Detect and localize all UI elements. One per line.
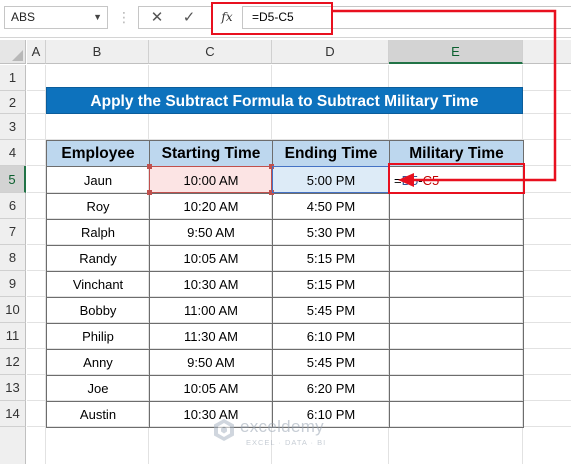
cell-military-time[interactable] (389, 323, 524, 350)
watermark-name: exceldemy (240, 417, 324, 436)
exceldemy-logo-icon (214, 419, 234, 441)
cell-military-time[interactable] (389, 271, 524, 298)
header-employee[interactable]: Employee (46, 140, 150, 167)
table-row: Bobby 11:00 AM 5:45 PM (46, 297, 524, 324)
formula-ref-c5: C5 (422, 172, 440, 188)
cell-starting-time[interactable]: 10:30 AM (149, 271, 273, 298)
cell-starting-time[interactable]: 9:50 AM (149, 219, 273, 246)
cell-military-time[interactable] (389, 349, 524, 376)
employee-time-table: Employee Starting Time Ending Time Milit… (46, 140, 524, 428)
table-header-row: Employee Starting Time Ending Time Milit… (46, 140, 524, 167)
header-military-time[interactable]: Military Time (389, 140, 524, 167)
row-header-2[interactable]: 2 (0, 91, 26, 114)
cell-starting-time[interactable]: 10:20 AM (149, 193, 273, 220)
column-header-f[interactable] (523, 40, 571, 64)
cell-ending-time[interactable]: 5:30 PM (272, 219, 390, 246)
table-row: Randy 10:05 AM 5:15 PM (46, 245, 524, 272)
table-row: Jaun 10:00 AM 5:00 PM =D5-C5 (46, 166, 524, 194)
row-header-6[interactable]: 6 (0, 193, 26, 219)
column-header-a[interactable]: A (27, 40, 46, 64)
watermark-tagline: EXCEL · DATA · BI (246, 438, 327, 447)
cell-employee[interactable]: Jaun (46, 166, 150, 194)
header-ending-time[interactable]: Ending Time (272, 140, 390, 167)
cell-starting-time[interactable]: 11:30 AM (149, 323, 273, 350)
cancel-icon[interactable]: ✕ (145, 8, 169, 28)
cell-starting-time[interactable]: 10:00 AM (149, 166, 273, 194)
row-header-10[interactable]: 10 (0, 297, 26, 323)
select-all-button[interactable] (0, 40, 26, 64)
table-row: Joe 10:05 AM 6:20 PM (46, 375, 524, 402)
table-row: Anny 9:50 AM 5:45 PM (46, 349, 524, 376)
cell-ending-time[interactable]: 6:20 PM (272, 375, 390, 402)
table-row: Vinchant 10:30 AM 5:15 PM (46, 271, 524, 298)
row-header-5[interactable]: 5 (0, 166, 26, 193)
exceldemy-watermark: exceldemy EXCEL · DATA · BI (212, 414, 362, 450)
row-header-4[interactable]: 4 (0, 140, 26, 166)
cell-military-time[interactable] (389, 375, 524, 402)
name-box-value: ABS (11, 10, 36, 24)
table-row: Philip 11:30 AM 6:10 PM (46, 323, 524, 350)
formula-ref-d5: D5 (401, 172, 419, 188)
cell-starting-time[interactable]: 10:05 AM (149, 375, 273, 402)
cell-employee[interactable]: Austin (46, 401, 150, 428)
table-row: Ralph 9:50 AM 5:30 PM (46, 219, 524, 246)
row-header-8[interactable]: 8 (0, 245, 26, 271)
cell-starting-time[interactable]: 9:50 AM (149, 349, 273, 376)
cell-employee[interactable]: Vinchant (46, 271, 150, 298)
cell-ending-time[interactable]: 5:15 PM (272, 271, 390, 298)
column-header-c[interactable]: C (149, 40, 272, 64)
cell-employee[interactable]: Randy (46, 245, 150, 272)
drag-handle-icon[interactable]: ⋮ (117, 9, 131, 26)
cell-employee[interactable]: Joe (46, 375, 150, 402)
column-header-b[interactable]: B (46, 40, 149, 64)
sheet-title: Apply the Subtract Formula to Subtract M… (46, 87, 523, 114)
cell-military-time[interactable] (389, 401, 524, 428)
cell-ending-time[interactable]: 5:45 PM (272, 297, 390, 324)
cell-military-time[interactable] (389, 219, 524, 246)
column-header-e[interactable]: E (389, 40, 523, 64)
cell-employee[interactable]: Ralph (46, 219, 150, 246)
cell-military-time[interactable] (389, 297, 524, 324)
enter-icon[interactable]: ✓ (177, 8, 201, 28)
row-header-1[interactable]: 1 (0, 65, 26, 91)
row-header-14[interactable]: 14 (0, 401, 26, 427)
cell-ending-time[interactable]: 5:00 PM (272, 166, 390, 194)
cell-starting-time[interactable]: 11:00 AM (149, 297, 273, 324)
column-header-d[interactable]: D (272, 40, 389, 64)
cell-employee[interactable]: Anny (46, 349, 150, 376)
row-header-9[interactable]: 9 (0, 271, 26, 297)
cell-employee[interactable]: Philip (46, 323, 150, 350)
row-header-12[interactable]: 12 (0, 349, 26, 375)
row-header-15[interactable] (0, 427, 26, 464)
cell-starting-time[interactable]: 10:05 AM (149, 245, 273, 272)
table-row: Roy 10:20 AM 4:50 PM (46, 193, 524, 220)
cell-ending-time[interactable]: 4:50 PM (272, 193, 390, 220)
cell-ending-time[interactable]: 5:15 PM (272, 245, 390, 272)
cell-military-time-editing[interactable]: =D5-C5 (389, 166, 524, 194)
cell-ending-time[interactable]: 6:10 PM (272, 323, 390, 350)
header-starting-time[interactable]: Starting Time (149, 140, 273, 167)
cell-employee[interactable]: Bobby (46, 297, 150, 324)
formula-buttons: ✕ ✓ (138, 6, 212, 29)
chevron-down-icon[interactable]: ▼ (93, 7, 102, 28)
row-header-3[interactable]: 3 (0, 114, 26, 140)
row-header-11[interactable]: 11 (0, 323, 26, 349)
formula-eq: = (394, 172, 402, 188)
cell-employee[interactable]: Roy (46, 193, 150, 220)
cell-military-time[interactable] (389, 193, 524, 220)
name-box[interactable]: ABS ▼ (4, 6, 108, 29)
cell-ending-time[interactable]: 5:45 PM (272, 349, 390, 376)
cell-military-time[interactable] (389, 245, 524, 272)
row-header-7[interactable]: 7 (0, 219, 26, 245)
row-header-13[interactable]: 13 (0, 375, 26, 401)
formula-highlight-box (211, 2, 333, 35)
